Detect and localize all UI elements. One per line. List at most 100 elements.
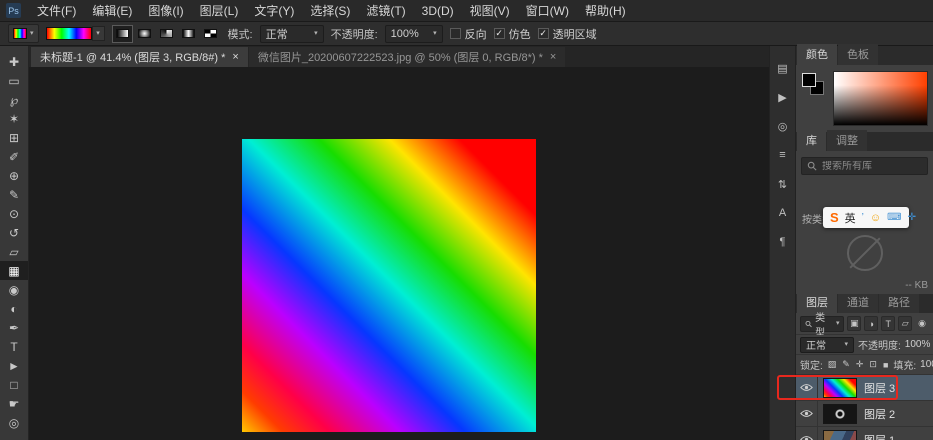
checkbox-icon[interactable] [450,28,461,39]
tab-paths[interactable]: 路径 [879,292,919,313]
layer-row-3[interactable]: 图层 3 [796,375,933,401]
brush-tool[interactable]: ✎ [0,185,28,204]
ime-punctuation-icon[interactable]: ’ [862,212,864,223]
tab-channels[interactable]: 通道 [838,292,878,313]
pen-tool[interactable]: ✒ [0,318,28,337]
foreground-color-chip[interactable] [802,73,816,87]
filter-pixel-layers-icon[interactable]: ▣ [847,316,861,331]
reverse-checkbox[interactable]: 反向 [450,26,487,42]
menu-select[interactable]: 选择(S) [302,2,358,19]
menu-3d[interactable]: 3D(D) [414,4,462,18]
layer-thumbnail[interactable] [823,378,857,398]
visibility-toggle[interactable] [796,375,818,400]
linear-gradient-button[interactable] [112,25,133,43]
tab-swatches[interactable]: 色板 [838,44,878,65]
layer-row-1[interactable]: 图层 1 [796,427,933,440]
library-search-input[interactable] [822,161,922,172]
adjustments-panel-icon[interactable]: ≡ [774,147,792,163]
lock-pixels-icon[interactable]: ✎ [841,359,851,370]
document-tab-untitled[interactable]: 未标题-1 @ 41.4% (图层 3, RGB/8#) * × [31,47,248,67]
actions-panel-icon[interactable]: ▶ [774,89,792,105]
character-panel-icon[interactable]: A [774,205,792,221]
transparency-checkbox[interactable]: 透明区域 [538,26,597,42]
eyedropper-tool[interactable]: ✐ [0,147,28,166]
zoom-tool[interactable]: ◎ [0,413,28,432]
lock-transparent-icon[interactable]: ▨ [827,359,838,370]
shape-tool[interactable]: □ [0,375,28,394]
menu-layer[interactable]: 图层(L) [192,2,247,19]
filter-shape-layers-icon[interactable]: ▱ [898,316,912,331]
collapsed-panel-2-icon[interactable]: ◎ [774,118,792,134]
ime-keyboard-icon[interactable]: ⌨ [887,212,901,223]
tool-preset-picker[interactable]: ▾ [8,24,39,43]
move-tool[interactable]: ✚ [0,52,28,71]
tab-color[interactable]: 颜色 [797,44,837,65]
clone-stamp-tool[interactable]: ⊙ [0,204,28,223]
layer-thumbnail[interactable] [823,404,857,424]
lock-artboard-icon[interactable]: ⊡ [868,359,878,370]
sogou-logo-icon[interactable]: S [830,210,839,225]
layer-name[interactable]: 图层 1 [864,432,895,440]
marquee-tool[interactable]: ▭ [0,71,28,90]
dropdown-arrow-icon[interactable]: ▾ [96,30,100,37]
menu-image[interactable]: 图像(I) [140,2,191,19]
crop-tool[interactable]: ⊞ [0,128,28,147]
angle-gradient-button[interactable] [156,25,177,43]
filter-type-layers-icon[interactable]: T [881,316,895,331]
menu-type[interactable]: 文字(Y) [246,2,302,19]
menu-view[interactable]: 视图(V) [462,2,518,19]
layer-name[interactable]: 图层 3 [864,380,895,396]
path-selection-tool[interactable]: ► [0,356,28,375]
quick-selection-tool[interactable]: ✶ [0,109,28,128]
filter-adjustment-layers-icon[interactable]: ◑ [864,316,878,331]
rainbow-gradient-artwork[interactable] [242,139,536,432]
visibility-toggle[interactable] [796,427,818,440]
ime-language-indicator[interactable]: 英 [845,210,856,226]
lock-all-icon[interactable]: ■ [882,360,889,370]
reflected-gradient-button[interactable] [178,25,199,43]
type-tool[interactable]: T [0,337,28,356]
collapsed-panel-1-icon[interactable]: ▤ [774,60,792,76]
menu-filter[interactable]: 滤镜(T) [358,2,413,19]
color-picker-field[interactable] [833,71,928,126]
layer-filter-toggle-icon[interactable]: ◉ [915,316,929,331]
tab-libraries[interactable]: 库 [797,130,826,151]
hand-tool[interactable]: ☛ [0,394,28,413]
close-icon[interactable]: × [550,51,556,63]
close-icon[interactable]: × [232,51,238,63]
checkbox-icon[interactable] [494,28,505,39]
tab-adjustments[interactable]: 调整 [827,130,867,151]
gradient-editor[interactable]: ▾ [46,26,105,41]
lasso-tool[interactable]: ℘ [0,90,28,109]
menu-edit[interactable]: 编辑(E) [84,2,140,19]
layer-filter-type-select[interactable]: 类型 ▾ [800,316,844,332]
blend-mode-select[interactable]: 正常 ▾ [260,25,324,43]
layer-blend-mode-select[interactable]: 正常 ▾ [800,337,854,353]
dither-checkbox[interactable]: 仿色 [494,26,531,42]
menu-file[interactable]: 文件(F) [29,2,84,19]
radial-gradient-button[interactable] [134,25,155,43]
layer-row-2[interactable]: 图层 2 [796,401,933,427]
menu-window[interactable]: 窗口(W) [518,2,577,19]
layer-thumbnail[interactable] [823,430,857,440]
history-brush-tool[interactable]: ↺ [0,223,28,242]
dodge-tool[interactable]: ◐ [0,299,28,318]
blur-tool[interactable]: ◉ [0,280,28,299]
layer-name[interactable]: 图层 2 [864,406,895,422]
library-search-box[interactable] [801,157,928,175]
diamond-gradient-button[interactable] [200,25,221,43]
lock-position-icon[interactable]: ✛ [855,359,865,370]
gradient-tool[interactable]: ▦ [0,261,28,280]
ime-toolbox-icon[interactable]: ✛ [908,212,916,223]
opacity-select[interactable]: 100% ▾ [385,25,443,43]
layer-opacity-value[interactable]: 100% [905,339,931,350]
swap-panel-icon[interactable]: ⇅ [774,176,792,192]
canvas-area[interactable] [29,67,769,440]
ime-emoji-icon[interactable]: ☺ [870,212,881,224]
visibility-toggle[interactable] [796,401,818,426]
paragraph-panel-icon[interactable]: ¶ [774,234,792,250]
checkbox-icon[interactable] [538,28,549,39]
menu-help[interactable]: 帮助(H) [577,2,634,19]
gradient-preview[interactable] [46,27,92,40]
healing-brush-tool[interactable]: ⊕ [0,166,28,185]
